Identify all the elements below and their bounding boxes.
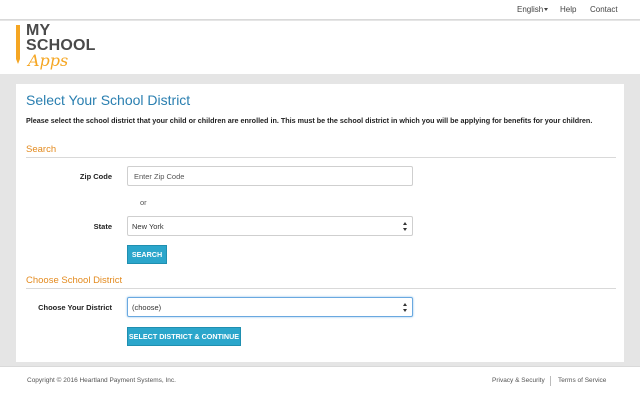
top-bar: English Help Contact [0, 0, 640, 20]
contact-link[interactable]: Contact [590, 5, 618, 14]
choose-district-heading: Choose School District [26, 275, 123, 286]
or-text: or [140, 198, 147, 207]
select-district-continue-button[interactable]: SELECT DISTRICT & CONTINUE [127, 327, 241, 346]
state-label: State [93, 222, 112, 231]
intro-text: Please select the school district that y… [26, 116, 593, 125]
search-divider [26, 157, 616, 158]
header: MY SCHOOL Apps [0, 21, 640, 74]
zip-code-input[interactable] [127, 166, 413, 186]
district-selection-card: Select Your School District Please selec… [16, 84, 624, 362]
copyright-text: Copyright © 2016 Heartland Payment Syste… [27, 377, 176, 384]
language-label: English [517, 5, 544, 14]
terms-of-service-link[interactable]: Terms of Service [558, 377, 606, 384]
select-arrows-icon [403, 222, 408, 231]
state-select[interactable]: New York [127, 216, 413, 236]
search-button[interactable]: SEARCH [127, 245, 167, 264]
search-heading: Search [26, 144, 57, 155]
select-arrows-icon [403, 303, 408, 312]
footer-divider [550, 376, 551, 386]
state-select-value: New York [132, 222, 164, 231]
caret-down-icon [544, 8, 549, 12]
privacy-security-link[interactable]: Privacy & Security [492, 377, 545, 384]
page-title: Select Your School District [26, 92, 191, 108]
district-select-value: (choose) [132, 303, 162, 312]
pencil-icon [16, 25, 20, 64]
choose-district-label: Choose Your District [38, 303, 112, 312]
footer: Copyright © 2016 Heartland Payment Syste… [0, 366, 640, 400]
logo-text-apps: Apps [28, 51, 69, 70]
district-select[interactable]: (choose) [127, 297, 413, 317]
help-link[interactable]: Help [560, 5, 576, 14]
zip-code-label: Zip Code [79, 172, 112, 181]
language-selector[interactable]: English [517, 5, 549, 14]
choose-district-divider [26, 288, 616, 289]
